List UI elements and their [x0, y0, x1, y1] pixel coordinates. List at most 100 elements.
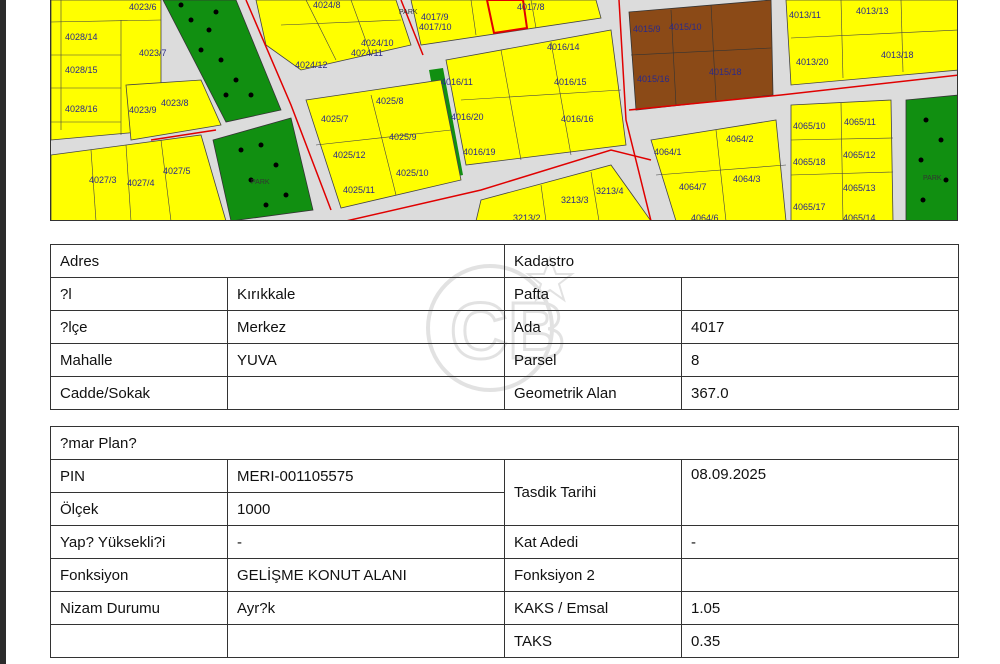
parcel-label: 4025/11	[343, 185, 375, 195]
parcel-label: 4017/8	[517, 2, 545, 12]
pafta-value	[680, 277, 960, 311]
parcel-label: 4016/14	[547, 42, 580, 52]
parcel-label: 4025/7	[321, 114, 349, 124]
parcel-label: 3213/4	[596, 186, 624, 196]
parcel-label: 4064/2	[726, 134, 754, 144]
yukseklik-label: Yap? Yüksekli?i	[50, 525, 228, 559]
tasdik-label: Tasdik Tarihi	[504, 459, 682, 526]
parcel-label: 4027/3	[89, 175, 117, 185]
fonksiyon2-value	[680, 558, 960, 592]
il-label: ?l	[50, 277, 228, 311]
park-label: PARK	[399, 9, 418, 16]
zoning-plan-table: ?mar Plan? PIN MERI-001105575 Tasdik Tar…	[49, 426, 960, 658]
yukseklik-value: -	[227, 525, 505, 559]
nizam-value: Ayr?k	[227, 591, 505, 625]
parcel-label: 4023/9	[129, 105, 157, 115]
parsel-value: 8	[680, 343, 960, 377]
kaks-label: KAKS / Emsal	[504, 591, 682, 625]
parcel-label: 4016/11	[441, 77, 473, 87]
parcel-label: 4013/20	[796, 57, 829, 67]
parcel-label: 4064/7	[679, 182, 707, 192]
ilce-label: ?lçe	[50, 310, 228, 344]
olcek-value: 1000	[227, 492, 505, 526]
parcel-label: 4065/18	[793, 157, 826, 167]
empty-cell	[227, 624, 505, 658]
taks-value: 0.35	[680, 624, 960, 658]
parcel-label: 4028/14	[65, 32, 98, 42]
parcel-label: 4013/11	[789, 10, 821, 20]
pafta-label: Pafta	[504, 277, 682, 311]
parcel-label: 3213/3	[561, 195, 589, 205]
geometrik-alan-label: Geometrik Alan	[504, 376, 682, 410]
parcel-label: 4016/15	[554, 77, 587, 87]
parcel-label: 4025/12	[333, 150, 366, 160]
ilce-value: Merkez	[227, 310, 505, 344]
pin-label: PIN	[50, 459, 228, 493]
ada-value: 4017	[680, 310, 960, 344]
parcel-label: 4016/19	[463, 147, 496, 157]
parcel-label: 4015/16	[637, 74, 670, 84]
park-label: PARK	[251, 179, 270, 186]
parcel-label: 4013/18	[881, 50, 914, 60]
parcel-label: 4027/5	[163, 166, 191, 176]
kat-adedi-label: Kat Adedi	[504, 525, 682, 559]
fonksiyon2-label: Fonksiyon 2	[504, 558, 682, 592]
empty-cell	[50, 624, 228, 658]
parcel-label: 4028/15	[65, 65, 98, 75]
parcel-label: 4023/8	[161, 98, 189, 108]
parcel-label: 4025/8	[376, 96, 404, 106]
parcel-label: 4017/9	[421, 12, 449, 22]
parcel-label: 4015/9	[633, 24, 661, 34]
fonksiyon-label: Fonksiyon	[50, 558, 228, 592]
page-edge	[0, 0, 6, 664]
address-header: Adres	[50, 244, 505, 278]
ada-label: Ada	[504, 310, 682, 344]
fonksiyon-value: GELİŞME KONUT ALANI	[227, 558, 505, 592]
parcel-label: 4065/12	[843, 150, 876, 160]
parcel-label: 4065/13	[843, 183, 876, 193]
zoning-map[interactable]: 4023/6 4028/14 4028/15 4028/16 4023/7 4023/8 4…	[50, 0, 958, 221]
parcel-label: 3213/2	[513, 213, 541, 221]
parcel-label: 4027/4	[127, 178, 155, 188]
cadastre-header: Kadastro	[503, 244, 960, 278]
pin-value: MERI-001105575	[227, 459, 505, 493]
mahalle-label: Mahalle	[50, 343, 228, 377]
parsel-label: Parsel	[504, 343, 682, 377]
address-cadastre-table: Adres Kadastro ?l Kırıkkale Pafta ?lçe M…	[50, 244, 960, 410]
parcel-label: 4065/10	[793, 121, 826, 131]
parcel-label: 4015/10	[669, 22, 702, 32]
nizam-label: Nizam Durumu	[50, 591, 228, 625]
parcel-label: 4025/10	[396, 168, 429, 178]
park-label: PARK	[923, 175, 942, 182]
parcel-label: 4024/10	[361, 38, 394, 48]
parcel-label: 4015/18	[709, 67, 742, 77]
imar-plan-header: ?mar Plan?	[49, 426, 960, 460]
tasdik-value: 08.09.2025	[680, 459, 960, 526]
parcel-label: 4024/12	[295, 60, 328, 70]
olcek-label: Ölçek	[50, 492, 228, 526]
parcel-label: 4025/9	[389, 132, 417, 142]
parcel-label: 4016/16	[561, 114, 594, 124]
parcel-label: 4016/20	[451, 112, 484, 122]
mahalle-value: YUVA	[227, 343, 505, 377]
parcel-label: 4023/6	[129, 2, 157, 12]
kat-adedi-value: -	[680, 525, 960, 559]
parcel-label: 4064/6	[691, 213, 719, 221]
parcel-label: 4065/14	[843, 213, 876, 221]
parcel-label: 4013/13	[856, 6, 889, 16]
parcel-label: 4028/16	[65, 104, 98, 114]
parcel-label: 4017/10	[419, 22, 452, 32]
parcel-label: 4065/17	[793, 202, 826, 212]
parcel-label: 4023/7	[139, 48, 167, 58]
parcel-label: 4064/1	[654, 147, 682, 157]
parcel-label: 4065/11	[844, 117, 876, 127]
il-value: Kırıkkale	[227, 277, 505, 311]
parcel-label: 4024/11	[351, 48, 383, 58]
cadde-label: Cadde/Sokak	[50, 376, 228, 410]
parcel-label: 4024/8	[313, 0, 341, 10]
geometrik-alan-value: 367.0	[680, 376, 960, 410]
taks-label: TAKS	[504, 624, 682, 658]
kaks-value: 1.05	[680, 591, 960, 625]
cadde-value	[227, 376, 505, 410]
parcel-label: 4064/3	[733, 174, 761, 184]
